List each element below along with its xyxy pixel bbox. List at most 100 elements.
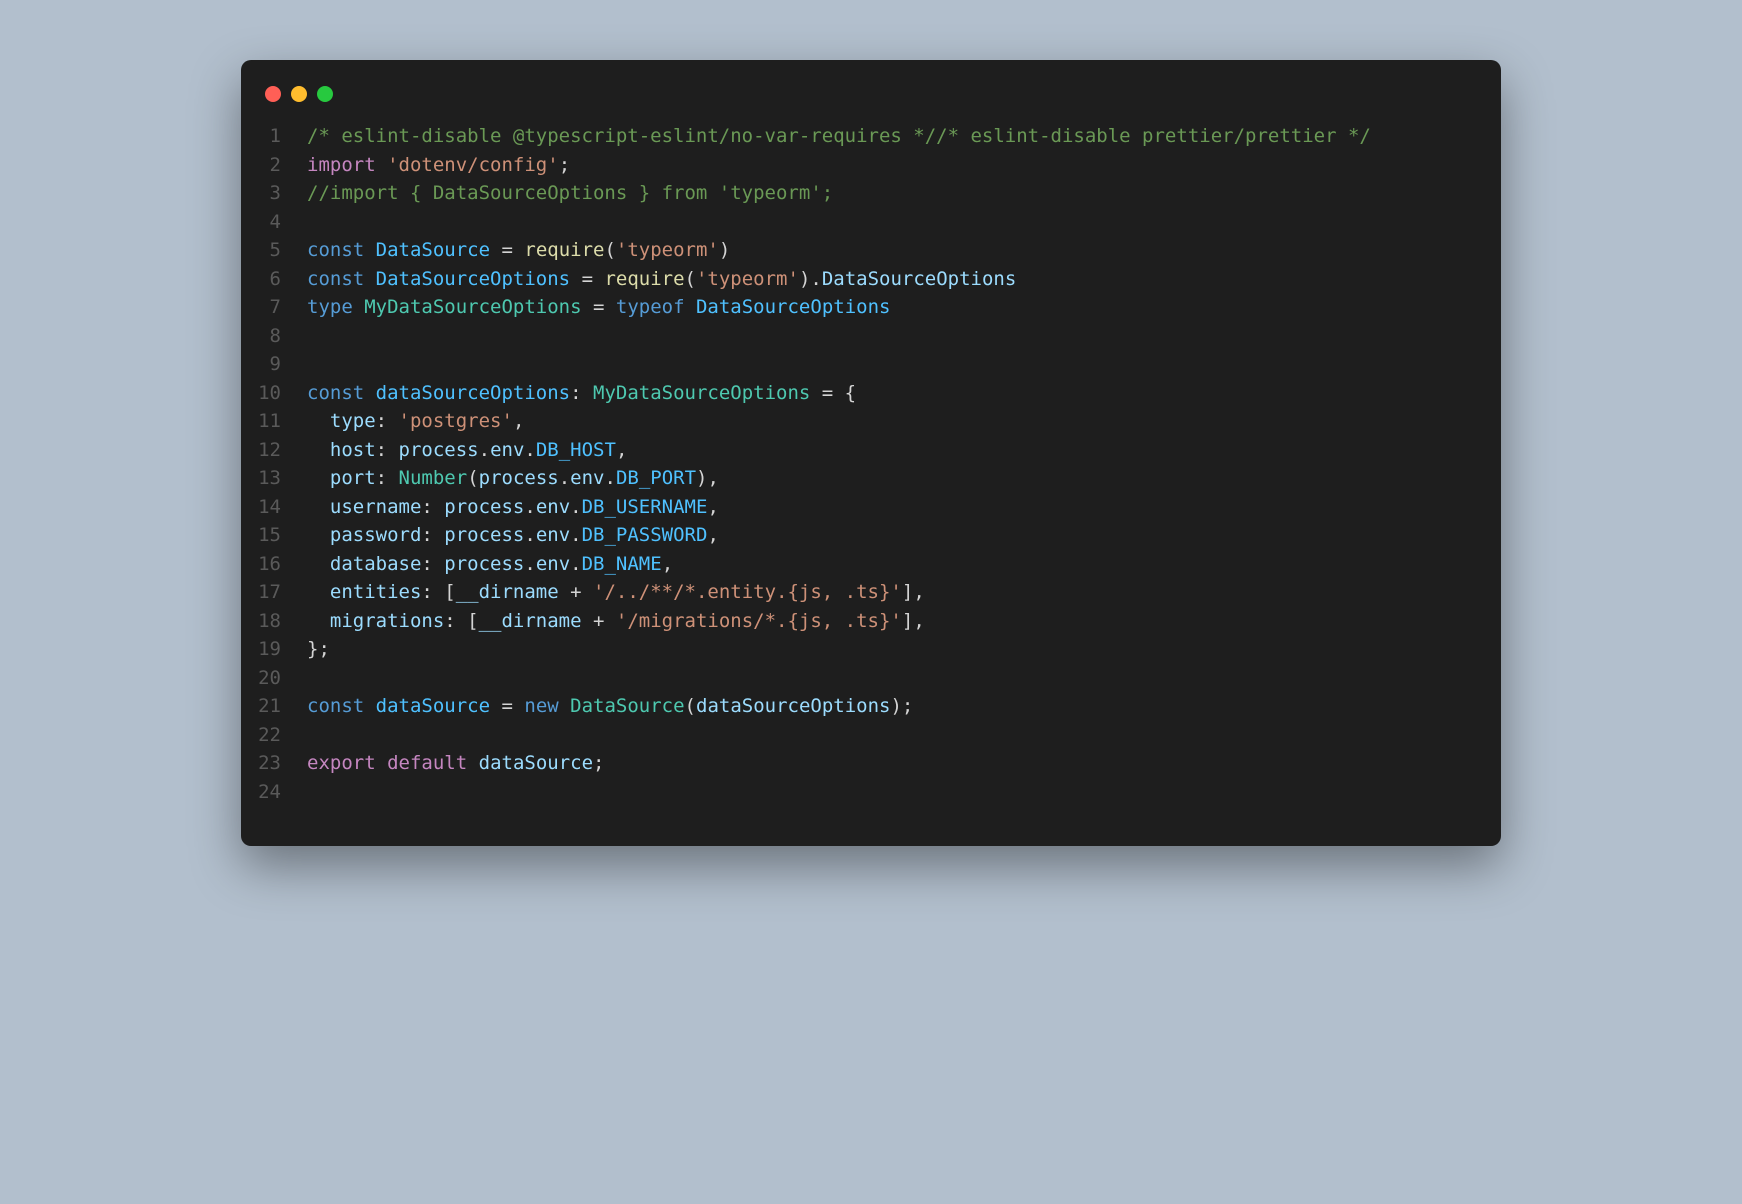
code-block: 1/* eslint-disable @typescript-eslint/no…	[241, 122, 1501, 806]
line-number: 21	[241, 692, 301, 721]
line-content	[301, 350, 318, 379]
code-token: type	[307, 296, 353, 318]
code-token: MyDataSourceOptions	[593, 382, 810, 404]
line-content: export default dataSource;	[301, 749, 604, 778]
line-content: password: process.env.DB_PASSWORD,	[301, 521, 719, 550]
window-titlebar	[241, 82, 1501, 122]
line-number: 20	[241, 664, 301, 693]
code-token: Number	[399, 467, 468, 489]
code-token: DB_PORT	[616, 467, 696, 489]
code-token: port	[330, 467, 376, 489]
line-content	[301, 664, 318, 693]
code-token: DB_HOST	[536, 439, 616, 461]
code-token	[364, 382, 375, 404]
code-token: };	[307, 638, 330, 660]
code-line: 23export default dataSource;	[241, 749, 1501, 778]
code-token: entities	[330, 581, 422, 603]
code-token	[364, 239, 375, 261]
code-token	[307, 467, 330, 489]
line-number: 10	[241, 379, 301, 408]
code-window: 1/* eslint-disable @typescript-eslint/no…	[241, 60, 1501, 846]
code-token: .	[570, 496, 581, 518]
code-token: __dirname	[479, 610, 582, 632]
minimize-icon[interactable]	[291, 86, 307, 102]
close-icon[interactable]	[265, 86, 281, 102]
line-number: 13	[241, 464, 301, 493]
line-content: //import { DataSourceOptions } from 'typ…	[301, 179, 833, 208]
code-token: ;	[593, 752, 604, 774]
line-number: 2	[241, 151, 301, 180]
code-token: :	[376, 439, 399, 461]
code-token: : [	[444, 610, 478, 632]
line-content	[301, 721, 318, 750]
code-token	[307, 581, 330, 603]
code-token: .	[524, 524, 535, 546]
code-token: process	[444, 496, 524, 518]
code-line: 13 port: Number(process.env.DB_PORT),	[241, 464, 1501, 493]
code-token: =	[490, 239, 524, 261]
code-token: dataSource	[479, 752, 593, 774]
code-token	[376, 752, 387, 774]
code-line: 5const DataSource = require('typeorm')	[241, 236, 1501, 265]
code-token: require	[524, 239, 604, 261]
code-token	[376, 154, 387, 176]
maximize-icon[interactable]	[317, 86, 333, 102]
code-token: 'dotenv/config'	[387, 154, 559, 176]
code-line: 8	[241, 322, 1501, 351]
code-token: //import { DataSourceOptions } from 'typ…	[307, 182, 833, 204]
code-token: const	[307, 382, 364, 404]
code-token: process	[399, 439, 479, 461]
line-number: 24	[241, 778, 301, 807]
line-content	[301, 778, 318, 807]
code-token: type	[330, 410, 376, 432]
code-token	[559, 695, 570, 717]
code-token: .	[524, 553, 535, 575]
code-token	[364, 268, 375, 290]
line-number: 19	[241, 635, 301, 664]
code-token: default	[387, 752, 467, 774]
code-line: 19};	[241, 635, 1501, 664]
code-line: 3//import { DataSourceOptions } from 'ty…	[241, 179, 1501, 208]
code-token: password	[330, 524, 422, 546]
code-token: (	[467, 467, 478, 489]
code-token	[685, 296, 696, 318]
code-token	[364, 695, 375, 717]
code-token: ,	[707, 524, 718, 546]
line-content: import 'dotenv/config';	[301, 151, 570, 180]
code-token: )	[719, 239, 730, 261]
code-token	[307, 553, 330, 575]
line-content: const dataSourceOptions: MyDataSourceOpt…	[301, 379, 856, 408]
code-token: :	[376, 410, 399, 432]
line-number: 14	[241, 493, 301, 522]
code-token: (	[685, 268, 696, 290]
code-token: (	[604, 239, 615, 261]
code-token: ,	[662, 553, 673, 575]
code-token: const	[307, 268, 364, 290]
code-token	[307, 496, 330, 518]
code-line: 21const dataSource = new DataSource(data…	[241, 692, 1501, 721]
code-token: migrations	[330, 610, 444, 632]
code-line: 24	[241, 778, 1501, 807]
code-token: env	[570, 467, 604, 489]
code-token: :	[376, 467, 399, 489]
code-token: ,	[616, 439, 627, 461]
code-token: process	[444, 524, 524, 546]
code-token: ,	[513, 410, 524, 432]
line-content	[301, 208, 318, 237]
code-token: const	[307, 695, 364, 717]
line-number: 22	[241, 721, 301, 750]
line-content: const dataSource = new DataSource(dataSo…	[301, 692, 913, 721]
code-token: env	[490, 439, 524, 461]
code-token: export	[307, 752, 376, 774]
code-token: DB_USERNAME	[582, 496, 708, 518]
code-token: env	[536, 553, 570, 575]
code-token: .	[570, 553, 581, 575]
code-token: env	[536, 524, 570, 546]
code-token	[307, 439, 330, 461]
code-token: dataSourceOptions	[376, 382, 570, 404]
code-token: DB_NAME	[582, 553, 662, 575]
code-token	[307, 410, 330, 432]
code-token: = {	[810, 382, 856, 404]
code-token: /* eslint-disable @typescript-eslint/no-…	[307, 125, 936, 147]
code-token: DataSourceOptions	[376, 268, 570, 290]
